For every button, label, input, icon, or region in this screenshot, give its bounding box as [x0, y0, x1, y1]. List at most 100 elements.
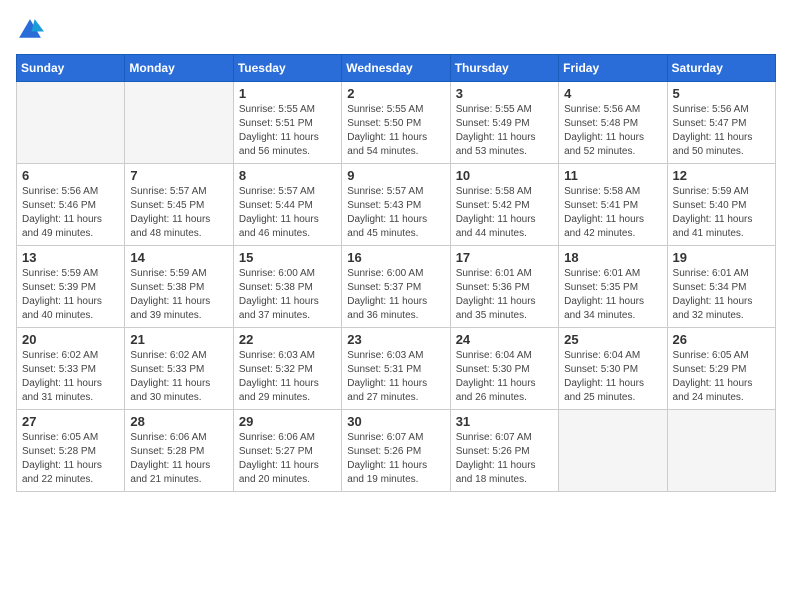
calendar-week-row: 27Sunrise: 6:05 AMSunset: 5:28 PMDayligh… — [17, 410, 776, 492]
day-number: 11 — [564, 168, 661, 183]
day-number: 26 — [673, 332, 770, 347]
day-number: 28 — [130, 414, 227, 429]
weekday-header: Tuesday — [233, 55, 341, 82]
day-detail: Sunrise: 5:56 AMSunset: 5:46 PMDaylight:… — [22, 185, 119, 241]
calendar-cell: 11 Sunrise: 5:58 AMSunset: 5:41 PMDayligh… — [559, 164, 667, 246]
weekday-header: Sunday — [17, 55, 125, 82]
calendar-cell: 8 Sunrise: 5:57 AMSunset: 5:44 PMDaylight… — [233, 164, 341, 246]
day-number: 7 — [130, 168, 227, 183]
day-number: 22 — [239, 332, 336, 347]
day-detail: Sunrise: 6:01 AMSunset: 5:34 PMDaylight:… — [673, 267, 770, 323]
day-detail: Sunrise: 5:57 AMSunset: 5:45 PMDaylight:… — [130, 185, 227, 241]
day-detail: Sunrise: 5:58 AMSunset: 5:42 PMDaylight:… — [456, 185, 553, 241]
day-number: 20 — [22, 332, 119, 347]
calendar-week-row: 13 Sunrise: 5:59 AMSunset: 5:39 PMDayligh… — [17, 246, 776, 328]
weekday-header: Monday — [125, 55, 233, 82]
day-number: 16 — [347, 250, 444, 265]
calendar-week-row: 6 Sunrise: 5:56 AMSunset: 5:46 PMDaylight… — [17, 164, 776, 246]
calendar-cell: 5 Sunrise: 5:56 AMSunset: 5:47 PMDaylight… — [667, 82, 775, 164]
calendar-cell: 9 Sunrise: 5:57 AMSunset: 5:43 PMDaylight… — [342, 164, 450, 246]
day-detail: Sunrise: 6:01 AMSunset: 5:35 PMDaylight:… — [564, 267, 661, 323]
day-detail: Sunrise: 6:06 AMSunset: 5:28 PMDaylight:… — [130, 431, 227, 487]
day-detail: Sunrise: 5:57 AMSunset: 5:43 PMDaylight:… — [347, 185, 444, 241]
calendar-cell: 4 Sunrise: 5:56 AMSunset: 5:48 PMDaylight… — [559, 82, 667, 164]
day-number: 19 — [673, 250, 770, 265]
calendar-cell: 28 Sunrise: 6:06 AMSunset: 5:28 PMDayligh… — [125, 410, 233, 492]
calendar-cell: 16 Sunrise: 6:00 AMSunset: 5:37 PMDayligh… — [342, 246, 450, 328]
day-detail: Sunrise: 5:59 AMSunset: 5:40 PMDaylight:… — [673, 185, 770, 241]
day-number: 29 — [239, 414, 336, 429]
day-number: 5 — [673, 86, 770, 101]
day-number: 10 — [456, 168, 553, 183]
calendar-cell: 3Sunrise: 5:55 AMSunset: 5:49 PMDaylight… — [450, 82, 558, 164]
day-number: 9 — [347, 168, 444, 183]
calendar-cell: 29 Sunrise: 6:06 AMSunset: 5:27 PMDayligh… — [233, 410, 341, 492]
calendar-cell: 13 Sunrise: 5:59 AMSunset: 5:39 PMDayligh… — [17, 246, 125, 328]
day-number: 13 — [22, 250, 119, 265]
day-number: 12 — [673, 168, 770, 183]
day-detail: Sunrise: 6:02 AMSunset: 5:33 PMDaylight:… — [130, 349, 227, 405]
day-number: 31 — [456, 414, 553, 429]
day-number: 8 — [239, 168, 336, 183]
calendar-cell — [667, 410, 775, 492]
calendar-cell: 24 Sunrise: 6:04 AMSunset: 5:30 PMDayligh… — [450, 328, 558, 410]
calendar-week-row: 20 Sunrise: 6:02 AMSunset: 5:33 PMDayligh… — [17, 328, 776, 410]
day-detail: Sunrise: 5:58 AMSunset: 5:41 PMDaylight:… — [564, 185, 661, 241]
calendar-cell: 17 Sunrise: 6:01 AMSunset: 5:36 PMDayligh… — [450, 246, 558, 328]
day-detail: Sunrise: 6:00 AMSunset: 5:37 PMDaylight:… — [347, 267, 444, 323]
calendar-cell: 22Sunrise: 6:03 AMSunset: 5:32 PMDayligh… — [233, 328, 341, 410]
weekday-header: Wednesday — [342, 55, 450, 82]
day-detail: Sunrise: 6:07 AMSunset: 5:26 PMDaylight:… — [347, 431, 444, 487]
day-detail: Sunrise: 6:01 AMSunset: 5:36 PMDaylight:… — [456, 267, 553, 323]
day-number: 23 — [347, 332, 444, 347]
calendar-cell: 10 Sunrise: 5:58 AMSunset: 5:42 PMDayligh… — [450, 164, 558, 246]
calendar-table: SundayMondayTuesdayWednesdayThursdayFrid… — [16, 54, 776, 492]
day-number: 14 — [130, 250, 227, 265]
day-detail: Sunrise: 5:55 AMSunset: 5:51 PMDaylight:… — [239, 103, 336, 159]
calendar-cell: 27Sunrise: 6:05 AMSunset: 5:28 PMDayligh… — [17, 410, 125, 492]
day-number: 4 — [564, 86, 661, 101]
logo — [16, 16, 48, 44]
day-detail: Sunrise: 5:59 AMSunset: 5:39 PMDaylight:… — [22, 267, 119, 323]
day-detail: Sunrise: 6:05 AMSunset: 5:29 PMDaylight:… — [673, 349, 770, 405]
weekday-header-row: SundayMondayTuesdayWednesdayThursdayFrid… — [17, 55, 776, 82]
day-number: 24 — [456, 332, 553, 347]
weekday-header: Friday — [559, 55, 667, 82]
calendar-cell — [17, 82, 125, 164]
day-detail: Sunrise: 5:57 AMSunset: 5:44 PMDaylight:… — [239, 185, 336, 241]
day-detail: Sunrise: 6:02 AMSunset: 5:33 PMDaylight:… — [22, 349, 119, 405]
day-number: 17 — [456, 250, 553, 265]
day-number: 18 — [564, 250, 661, 265]
day-detail: Sunrise: 6:07 AMSunset: 5:26 PMDaylight:… — [456, 431, 553, 487]
day-number: 21 — [130, 332, 227, 347]
calendar-cell: 15Sunrise: 6:00 AMSunset: 5:38 PMDayligh… — [233, 246, 341, 328]
weekday-header: Saturday — [667, 55, 775, 82]
day-number: 2 — [347, 86, 444, 101]
day-detail: Sunrise: 6:06 AMSunset: 5:27 PMDaylight:… — [239, 431, 336, 487]
day-detail: Sunrise: 6:04 AMSunset: 5:30 PMDaylight:… — [564, 349, 661, 405]
calendar-cell: 23 Sunrise: 6:03 AMSunset: 5:31 PMDayligh… — [342, 328, 450, 410]
calendar-cell: 19 Sunrise: 6:01 AMSunset: 5:34 PMDayligh… — [667, 246, 775, 328]
calendar-cell: 6 Sunrise: 5:56 AMSunset: 5:46 PMDaylight… — [17, 164, 125, 246]
day-number: 1 — [239, 86, 336, 101]
day-detail: Sunrise: 5:59 AMSunset: 5:38 PMDaylight:… — [130, 267, 227, 323]
day-number: 30 — [347, 414, 444, 429]
calendar-week-row: 1 Sunrise: 5:55 AMSunset: 5:51 PMDaylight… — [17, 82, 776, 164]
day-detail: Sunrise: 5:56 AMSunset: 5:47 PMDaylight:… — [673, 103, 770, 159]
calendar-cell: 26 Sunrise: 6:05 AMSunset: 5:29 PMDayligh… — [667, 328, 775, 410]
day-detail: Sunrise: 5:56 AMSunset: 5:48 PMDaylight:… — [564, 103, 661, 159]
day-number: 6 — [22, 168, 119, 183]
day-number: 25 — [564, 332, 661, 347]
calendar-cell — [559, 410, 667, 492]
calendar-cell — [125, 82, 233, 164]
calendar-cell: 7 Sunrise: 5:57 AMSunset: 5:45 PMDaylight… — [125, 164, 233, 246]
calendar-cell: 14 Sunrise: 5:59 AMSunset: 5:38 PMDayligh… — [125, 246, 233, 328]
calendar-cell: 18 Sunrise: 6:01 AMSunset: 5:35 PMDayligh… — [559, 246, 667, 328]
day-number: 27 — [22, 414, 119, 429]
calendar-cell: 20 Sunrise: 6:02 AMSunset: 5:33 PMDayligh… — [17, 328, 125, 410]
day-detail: Sunrise: 5:55 AMSunset: 5:49 PMDaylight:… — [456, 103, 553, 159]
day-detail: Sunrise: 6:03 AMSunset: 5:31 PMDaylight:… — [347, 349, 444, 405]
day-detail: Sunrise: 6:04 AMSunset: 5:30 PMDaylight:… — [456, 349, 553, 405]
weekday-header: Thursday — [450, 55, 558, 82]
calendar-cell: 1 Sunrise: 5:55 AMSunset: 5:51 PMDaylight… — [233, 82, 341, 164]
